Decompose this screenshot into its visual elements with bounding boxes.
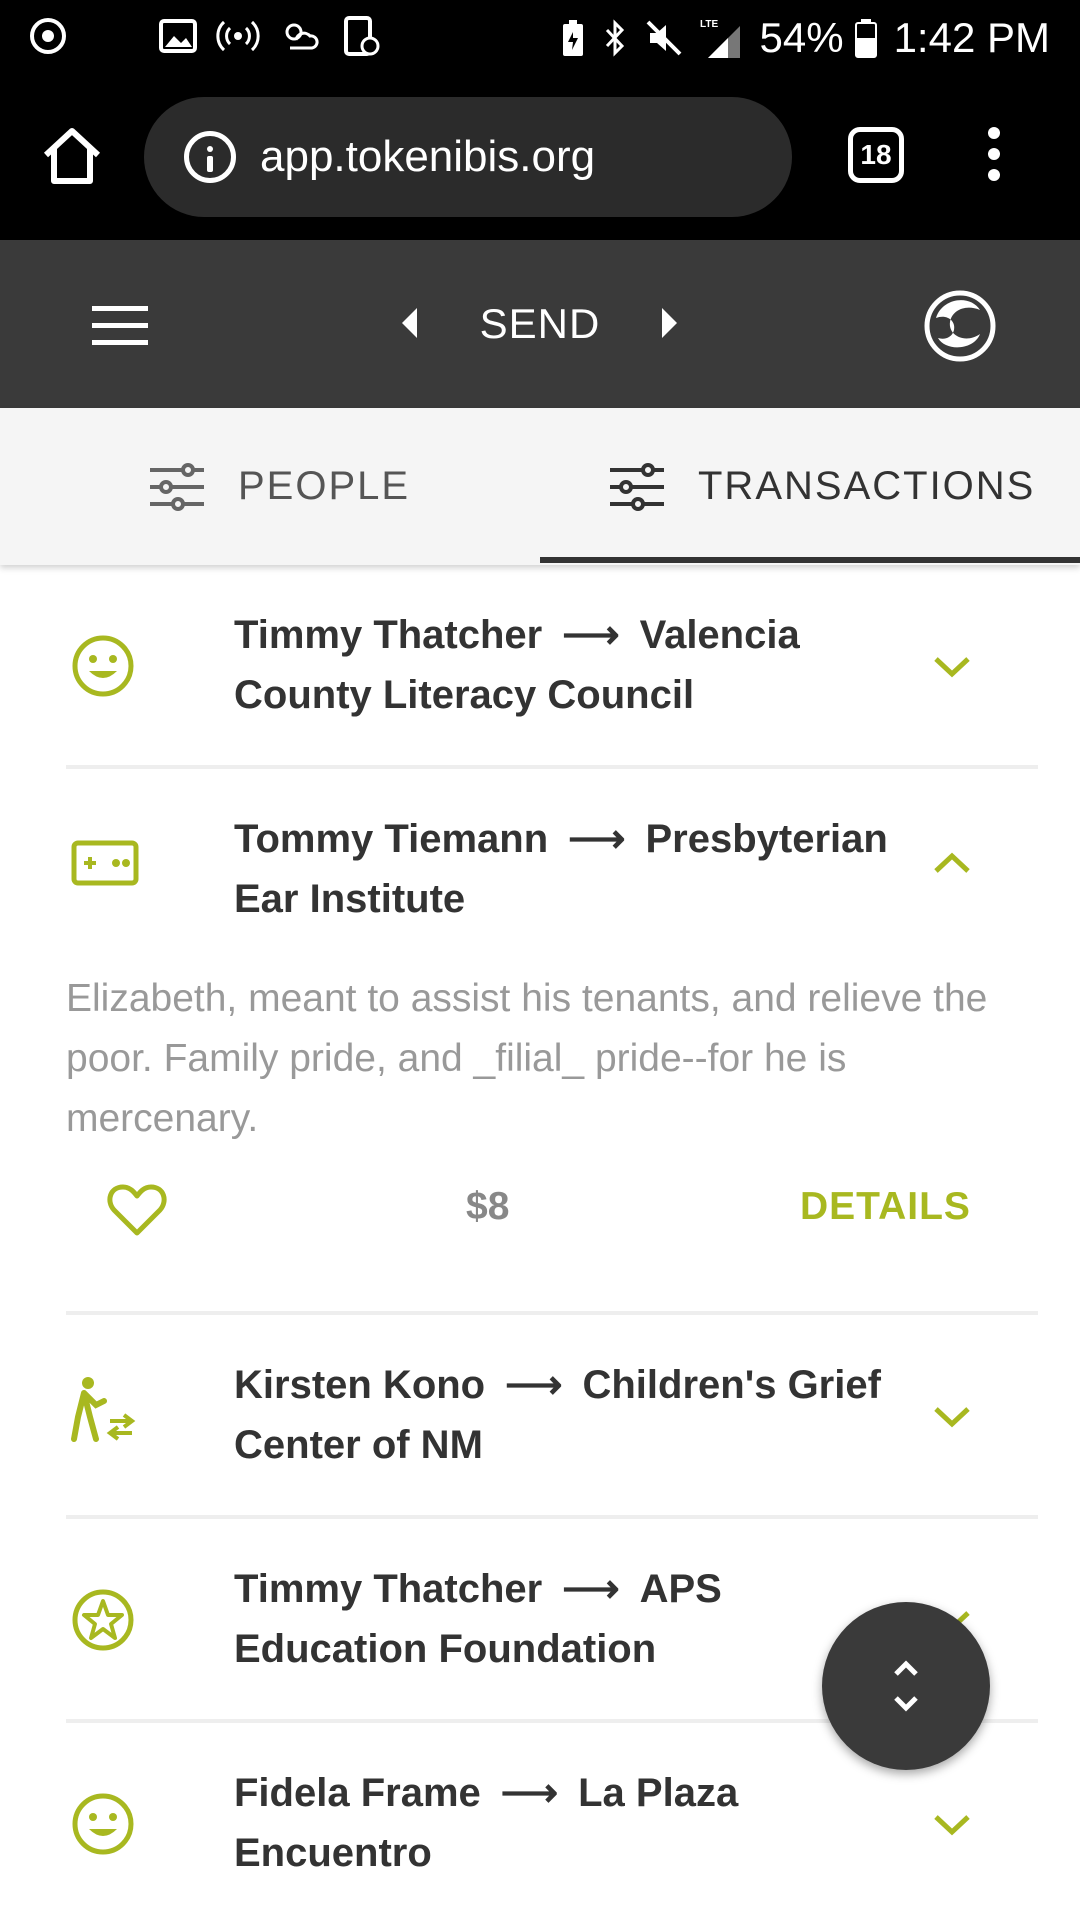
- tab-label: TRANSACTIONS: [698, 464, 1036, 508]
- chevron-down-icon[interactable]: [932, 655, 972, 679]
- battery-saver-icon: [562, 20, 583, 56]
- active-tab-indicator: [540, 557, 1080, 563]
- tab-switcher-button[interactable]: 18: [848, 127, 904, 183]
- page-title: SEND: [479, 300, 601, 347]
- hamburger-menu-icon[interactable]: [92, 306, 148, 346]
- signal-icon: LTE: [700, 19, 740, 58]
- tab-people[interactable]: PEOPLE: [148, 408, 410, 565]
- filter-sliders-icon: [150, 462, 204, 511]
- transaction-actions: $8 DETAILS: [66, 1149, 1038, 1311]
- list-item[interactable]: Kirsten Kono ⟶ Children's Grief Center of N…: [66, 1315, 1038, 1519]
- chevron-down-icon[interactable]: [932, 1405, 972, 1429]
- transaction-title: Tommy Tiemann ⟶ Presbyterian Ear Institute: [234, 817, 888, 921]
- ibis-logo-icon[interactable]: [922, 288, 998, 364]
- battery-percent: 54%: [759, 14, 844, 61]
- hotspot-icon: [216, 20, 260, 52]
- mute-icon: [646, 20, 681, 56]
- gamepad-icon: [71, 840, 139, 886]
- app-header: SEND: [0, 240, 1080, 408]
- tab-bar: PEOPLE TRANSACTIONS: [0, 408, 1080, 565]
- address-bar[interactable]: app.tokenibis.org: [144, 97, 792, 217]
- bluetooth-icon: [605, 19, 624, 57]
- sync-icon: [30, 18, 66, 54]
- smiley-icon: [72, 1793, 134, 1855]
- chevron-up-icon[interactable]: [932, 851, 972, 875]
- browser-menu-icon[interactable]: [982, 127, 1006, 187]
- transaction-title: Kirsten Kono ⟶ Children's Grief Center of N…: [234, 1363, 881, 1467]
- svg-text:LTE: LTE: [700, 19, 718, 30]
- image-icon: [159, 19, 197, 53]
- chevron-down-icon[interactable]: [932, 1813, 972, 1837]
- list-item[interactable]: Timmy Thatcher ⟶ Valencia County Literacy C…: [66, 565, 1038, 769]
- filter-sliders-icon: [610, 462, 664, 511]
- home-icon[interactable]: [40, 125, 104, 189]
- weather-icon: [285, 23, 319, 50]
- star-circle-icon: [72, 1589, 134, 1651]
- transaction-amount: $8: [466, 1185, 510, 1228]
- tab-transactions[interactable]: TRANSACTIONS: [608, 408, 1035, 565]
- status-bar: LTE 54% 1:42 PM: [0, 0, 1080, 75]
- expand-collapse-icon: [894, 1660, 918, 1712]
- list-item-expanded[interactable]: Tommy Tiemann ⟶ Presbyterian Ear Institute …: [66, 769, 1038, 1315]
- battery-icon: [854, 19, 877, 58]
- walking-transfer-icon: [71, 1377, 136, 1442]
- screenshot-icon: [344, 16, 380, 56]
- smiley-icon: [72, 635, 134, 697]
- url-text[interactable]: app.tokenibis.org: [260, 132, 595, 182]
- tab-label: PEOPLE: [238, 464, 411, 508]
- info-icon[interactable]: [184, 131, 236, 183]
- transaction-title: Fidela Frame ⟶ La Plaza Encuentro: [234, 1771, 739, 1875]
- next-page-icon[interactable]: [662, 308, 677, 338]
- previous-page-icon[interactable]: [402, 308, 417, 338]
- heart-icon[interactable]: [106, 1183, 168, 1239]
- transaction-description: Elizabeth, meant to assist his tenants, …: [66, 977, 988, 1140]
- details-button[interactable]: DETAILS: [800, 1185, 971, 1229]
- transaction-title: Timmy Thatcher ⟶ APS Education Foundation: [234, 1567, 722, 1671]
- transaction-title: Timmy Thatcher ⟶ Valencia County Literacy C…: [234, 613, 800, 717]
- browser-toolbar: app.tokenibis.org 18: [0, 75, 1080, 240]
- scroll-expand-button[interactable]: [822, 1602, 990, 1770]
- tab-count: 18: [860, 139, 892, 170]
- clock: 1:42 PM: [893, 14, 1050, 61]
